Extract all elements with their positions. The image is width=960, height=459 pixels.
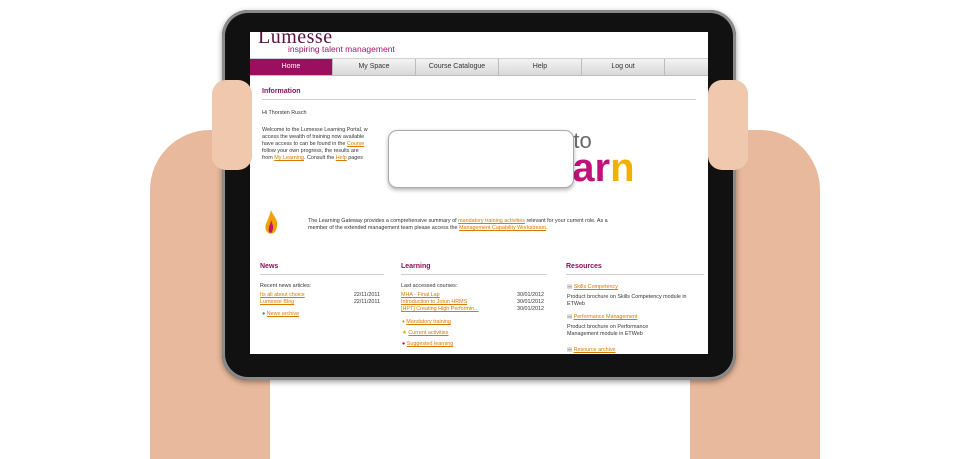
mandatory-training-item: ♦ Mandatory training <box>402 319 451 325</box>
gateway-line-1: The Learning Gateway provides a comprehe… <box>308 218 608 224</box>
document-icon: ▤ <box>567 284 573 290</box>
news-item: Its all about choice 22/11/2011 <box>260 292 380 298</box>
folder-icon: ▤ <box>567 347 573 353</box>
resource-desc: Product brochure on Performance <box>567 324 649 330</box>
resource-desc: ETWeb <box>567 301 585 307</box>
my-learning-link[interactable]: My Learning <box>274 155 304 161</box>
welcome-line-5: from My Learning. Consult the Help pages <box>262 155 363 161</box>
tab-log-out[interactable]: Log out <box>582 59 665 75</box>
news-divider <box>260 274 384 275</box>
welcome-line-2: access the wealth of training now availa… <box>262 134 365 140</box>
tab-my-space[interactable]: My Space <box>333 59 416 75</box>
main-nav: Home My Space Course Catalogue Help Log … <box>250 58 708 76</box>
course-link[interactable]: Course <box>347 141 364 147</box>
info-divider <box>262 99 696 100</box>
star-icon: ★ <box>402 330 407 336</box>
greeting: Hi Thorsten Rusch <box>262 110 307 116</box>
learning-divider <box>401 274 547 275</box>
resource-desc: Management module in ETWeb <box>567 331 643 337</box>
apple-icon: ● <box>402 341 406 347</box>
welcome-line-4: follow your own progress, the results ar… <box>262 148 359 154</box>
document-icon: ▤ <box>567 314 573 320</box>
resources-title: Resources <box>566 263 602 270</box>
resource-item: ▤ Skills Competency <box>567 284 618 290</box>
tagline: inspiring talent management <box>288 44 395 54</box>
help-link[interactable]: Help <box>336 155 347 161</box>
tab-home[interactable]: Home <box>250 59 333 75</box>
resources-divider <box>566 274 704 275</box>
tab-help[interactable]: Help <box>499 59 582 75</box>
left-thumb <box>212 80 252 170</box>
right-thumb <box>708 80 748 170</box>
popup-overlay <box>388 130 574 188</box>
current-activities-item: ★ Current activities <box>402 330 449 336</box>
flame-icon <box>265 210 278 234</box>
trophy-icon: ♦ <box>402 319 405 325</box>
mandatory-training-link[interactable]: mandatory training activities <box>458 218 525 224</box>
learning-subtitle: Last accessed courses: <box>401 283 458 289</box>
gateway-line-2: member of the extended management team p… <box>308 225 548 231</box>
tab-course-catalogue[interactable]: Course Catalogue <box>416 59 499 75</box>
course-row: MHA - Final Lap 30/01/2012 <box>401 292 544 298</box>
news-item: Lumesse Blog 22/11/2011 <box>260 299 380 305</box>
suggested-learning-item: ● Suggested learning <box>402 341 454 347</box>
resource-desc: Product brochure on Skills Competency mo… <box>567 294 687 300</box>
information-title: Information <box>262 88 301 95</box>
resource-item: ▤ Performance Management <box>567 314 638 320</box>
news-subtitle: Recent news articles: <box>260 283 312 289</box>
course-row: Introduction to Jotun HRMS 30/01/2012 <box>401 299 544 305</box>
welcome-line-1: Welcome to the Lumesse Learning Portal, … <box>262 127 368 133</box>
resource-archive: ▤ Resource archive <box>567 347 616 353</box>
welcome-line-3: have access to can be found in the Cours… <box>262 141 365 147</box>
browser-screen: Lumesse inspiring talent management Home… <box>250 32 708 354</box>
learning-title: Learning <box>401 263 431 270</box>
course-row: [HPT] Creating High Performin... 30/01/20… <box>401 306 544 312</box>
news-title: News <box>260 263 279 270</box>
news-archive: ● News archive <box>262 311 299 318</box>
speech-bubble-icon: ● <box>262 311 266 317</box>
news-archive-link[interactable]: News archive <box>267 311 299 317</box>
management-workstream-link[interactable]: Management Capability Workstream <box>459 225 546 231</box>
